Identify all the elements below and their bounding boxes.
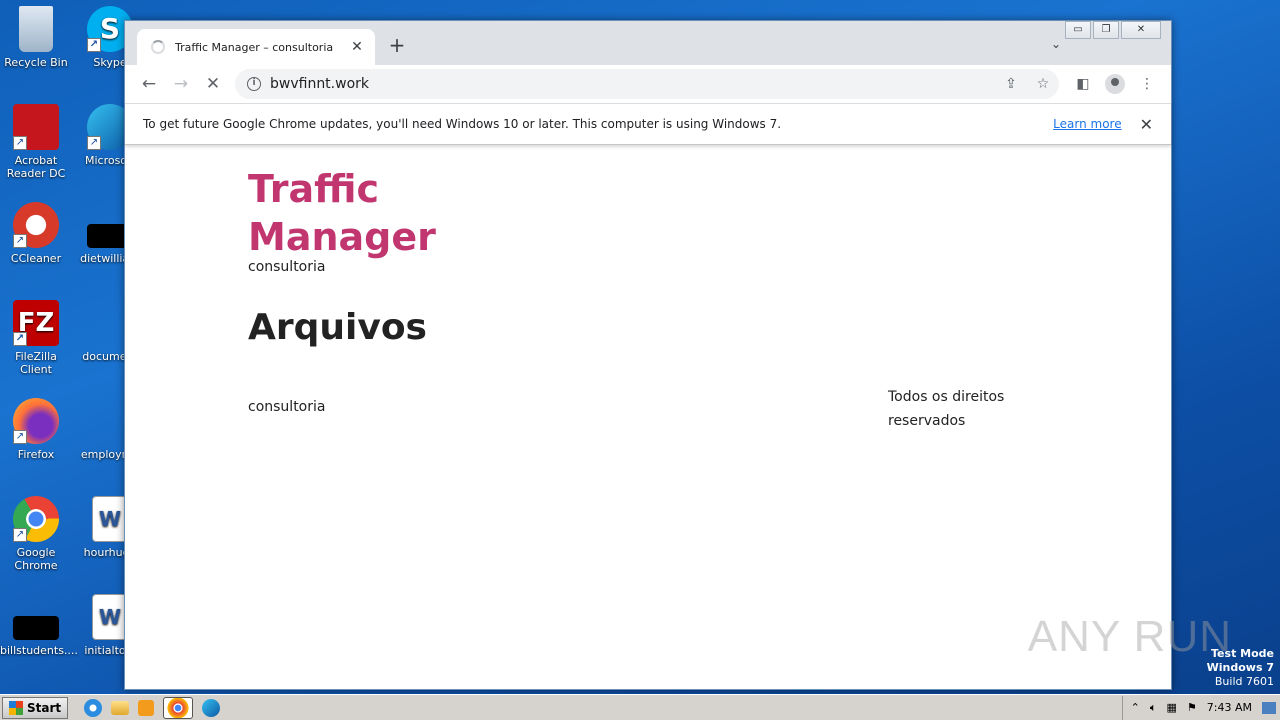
stop-loading-icon[interactable]: ✕ — [197, 74, 229, 94]
site-title-link[interactable]: Traffic Manager — [248, 165, 448, 261]
tray-chevron-icon[interactable]: ⌃ — [1131, 701, 1140, 714]
recycle-bin-icon — [19, 6, 53, 52]
desktop-icon-ccleaner[interactable]: ↗ CCleaner — [0, 202, 72, 265]
learn-more-link[interactable]: Learn more — [1053, 117, 1121, 131]
acrobat-icon: ↗ — [13, 104, 59, 150]
shortcut-arrow-icon: ↗ — [87, 38, 101, 52]
site-tagline: consultoria — [248, 259, 326, 275]
taskbar-media-player-icon[interactable] — [138, 699, 155, 716]
loading-spinner-icon — [151, 40, 165, 54]
desktop-icon-label: Acrobat Reader DC — [6, 154, 66, 180]
desktop-icon-recycle-bin[interactable]: Recycle Bin — [0, 6, 72, 69]
desktop-icon-acrobat[interactable]: ↗ Acrobat Reader DC — [0, 104, 72, 180]
windows-flag-icon — [9, 700, 23, 715]
desktop-icon-filezilla[interactable]: FZ ↗ FileZilla Client — [0, 300, 72, 376]
footer-site-name: consultoria — [248, 399, 326, 415]
taskbar-edge-icon[interactable] — [202, 698, 221, 717]
test-mode-line1: Test Mode — [1211, 647, 1274, 660]
menu-kebab-icon[interactable]: ⋮ — [1131, 76, 1163, 92]
close-tab-icon[interactable]: ✕ — [347, 39, 367, 55]
start-button[interactable]: Start — [2, 696, 69, 719]
footer-copyright: Todos os direitos reservados — [888, 389, 1005, 429]
taskbar: Start ⌃ 🔈︎ ▦ ⚑ 7:43 AM — [0, 694, 1280, 720]
tab-search-chevron-icon[interactable]: ⌄ — [1051, 37, 1061, 51]
desktop-icon-label: billstudents.... — [0, 644, 78, 657]
taskbar-ie-icon[interactable] — [84, 698, 103, 717]
window-controls: ▭ ❐ ✕ — [1063, 21, 1161, 39]
infobar-message: To get future Google Chrome updates, you… — [143, 117, 782, 131]
tab-strip: Traffic Manager – consultoria ✕ + ⌄ ▭ ❐ … — [125, 21, 1171, 65]
desktop-icon-label: CCleaner — [10, 252, 62, 265]
toolbar-right: ◧ ⋮ — [1067, 69, 1163, 99]
desktop-icon-label: Firefox — [17, 448, 55, 461]
side-panel-icon[interactable]: ◧ — [1067, 76, 1099, 92]
shortcut-arrow-icon: ↗ — [13, 136, 27, 150]
forward-arrow-icon[interactable]: → — [165, 74, 197, 94]
taskbar-explorer-icon[interactable] — [111, 700, 130, 715]
ccleaner-icon: ↗ — [13, 202, 59, 248]
build-number: Build 7601 — [1214, 675, 1274, 688]
show-desktop-icon[interactable] — [1262, 701, 1276, 714]
clock[interactable]: 7:43 AM — [1207, 701, 1252, 714]
desktop-icon-firefox[interactable]: ↗ Firefox — [0, 398, 72, 461]
update-infobar: To get future Google Chrome updates, you… — [125, 103, 1171, 145]
web-page: Traffic Manager consultoria Arquivos con… — [125, 145, 1171, 690]
desktop-icon-label: FileZilla Client — [15, 350, 57, 376]
share-icon[interactable]: ⇪ — [995, 76, 1027, 92]
desktop-icon-chrome[interactable]: ↗ Google Chrome — [0, 496, 72, 572]
site-info-icon[interactable]: i — [247, 77, 261, 91]
restore-icon[interactable]: ❐ — [1093, 21, 1119, 39]
word-document-icon: W — [92, 496, 128, 542]
system-tray: ⌃ 🔈︎ ▦ ⚑ 7:43 AM — [1121, 695, 1280, 720]
taskbar-chrome-icon[interactable] — [163, 696, 194, 719]
shortcut-arrow-icon: ↗ — [13, 430, 27, 444]
toolbar: ← → ✕ i bwvfinnt.work ⇪ ☆ ◧ ⋮ — [125, 65, 1171, 103]
word-document-icon: W — [92, 594, 128, 640]
bookmark-star-icon[interactable]: ☆ — [1027, 76, 1059, 92]
network-icon[interactable]: ▦ — [1167, 701, 1177, 714]
tab-title: Traffic Manager – consultoria — [175, 40, 334, 54]
close-window-icon[interactable]: ✕ — [1121, 21, 1161, 39]
desktop-icon-label: Google Chrome — [14, 546, 58, 572]
action-center-flag-icon[interactable]: ⚑ — [1187, 701, 1197, 714]
url-text[interactable]: bwvfinnt.work — [270, 76, 995, 92]
minimize-icon[interactable]: ▭ — [1065, 21, 1091, 39]
firefox-icon: ↗ — [13, 398, 59, 444]
filezilla-icon: FZ ↗ — [13, 300, 59, 346]
profile-avatar-icon[interactable] — [1105, 74, 1125, 94]
address-bar[interactable]: i bwvfinnt.work ⇪ ☆ — [235, 69, 1059, 99]
volume-icon[interactable]: 🔈︎ — [1150, 701, 1157, 715]
test-mode-notice: Test Mode Windows 7 Build 7601 — [1207, 647, 1274, 689]
chrome-window: Traffic Manager – consultoria ✕ + ⌄ ▭ ❐ … — [124, 20, 1172, 690]
anyrun-watermark: ANY RUN — [1027, 612, 1232, 661]
shortcut-arrow-icon: ↗ — [13, 332, 27, 346]
back-arrow-icon[interactable]: ← — [133, 74, 165, 94]
desktop-icon-billstudents[interactable]: billstudents.... — [0, 594, 78, 657]
start-label: Start — [27, 700, 62, 715]
new-tab-icon[interactable]: + — [387, 35, 407, 55]
black-file-icon — [13, 616, 59, 640]
shortcut-arrow-icon: ↗ — [13, 528, 27, 542]
chrome-icon: ↗ — [13, 496, 59, 542]
tab-traffic-manager[interactable]: Traffic Manager – consultoria ✕ — [137, 29, 375, 65]
desktop-icon-label: Recycle Bin — [4, 56, 68, 69]
shortcut-arrow-icon: ↗ — [13, 234, 27, 248]
close-infobar-icon[interactable]: ✕ — [1140, 115, 1153, 134]
page-heading: Arquivos — [248, 307, 427, 348]
test-mode-line2: Windows 7 — [1206, 661, 1274, 674]
shortcut-arrow-icon: ↗ — [87, 136, 101, 150]
